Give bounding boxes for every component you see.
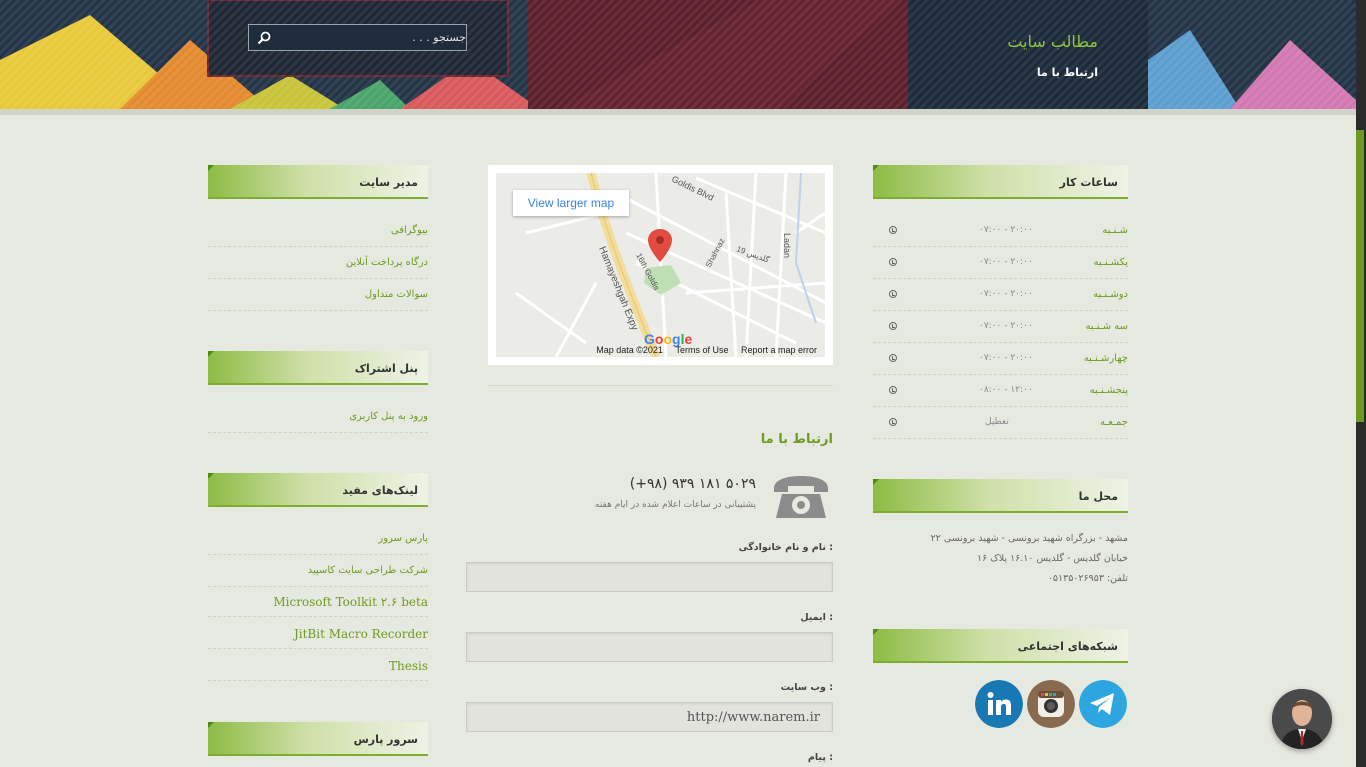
clock-icon bbox=[889, 418, 897, 426]
map-footer: Map data ©2021 Terms of Use Report a map… bbox=[586, 345, 817, 355]
hours-row: چهارشـنـبه ۰۷:۰۰ - ۲۰:۰۰ bbox=[873, 343, 1128, 375]
map-report-link[interactable]: Report a map error bbox=[741, 345, 817, 355]
instagram-icon[interactable] bbox=[1027, 680, 1075, 728]
map-canvas[interactable]: Hamayeshgah Expy Goldis Blvd 16th Goldis… bbox=[496, 173, 825, 357]
location-widget-header: محل ما bbox=[873, 479, 1128, 513]
section-divider bbox=[488, 385, 833, 386]
hours-time: ۰۷:۰۰ - ۲۰:۰۰ bbox=[979, 321, 1033, 331]
widget-title: سرور پارس bbox=[353, 733, 418, 746]
sidebar-link-biography[interactable]: بیوگرافی bbox=[208, 215, 428, 247]
clock-icon bbox=[889, 226, 897, 234]
hours-widget-header: ساعات کار bbox=[873, 165, 1128, 199]
widget-title: شبکه‌های اجتماعی bbox=[1017, 640, 1118, 653]
map-terms-link[interactable]: Terms of Use bbox=[675, 345, 728, 355]
telegram-icon[interactable] bbox=[1079, 680, 1127, 728]
hours-day: دوشـنـبه bbox=[1093, 289, 1128, 300]
search-input[interactable] bbox=[277, 25, 470, 50]
sidebar-link-payment[interactable]: درگاه پرداخت آنلاین bbox=[208, 247, 428, 279]
sidebar-link-pars-server[interactable]: پارس سرور bbox=[208, 523, 428, 555]
hours-row: شـنـبه ۰۷:۰۰ - ۲۰:۰۰ bbox=[873, 215, 1128, 247]
google-map[interactable]: Hamayeshgah Expy Goldis Blvd 16th Goldis… bbox=[488, 165, 833, 365]
clock-icon bbox=[889, 258, 897, 266]
hours-day: چهارشـنـبه bbox=[1083, 353, 1128, 364]
nav-contact-link[interactable]: ارتباط با ما bbox=[1037, 66, 1098, 79]
search-icon[interactable] bbox=[257, 31, 271, 45]
hours-row: جمـعـه تعطیل bbox=[873, 407, 1128, 439]
widget-title: لینک‌های مفید bbox=[342, 484, 418, 497]
social-widget-header: شبکه‌های اجتماعی bbox=[873, 629, 1128, 663]
clock-icon bbox=[889, 322, 897, 330]
site-header: مطالب سایت ارتباط با ما bbox=[0, 0, 1356, 109]
street-label-ladan: Ladan bbox=[782, 233, 792, 258]
site-title-link[interactable]: مطالب سایت bbox=[1007, 32, 1098, 51]
hours-time: ۰۸:۰۰ - ۱۲:۰۰ bbox=[979, 385, 1033, 395]
avatar-image bbox=[1272, 689, 1332, 749]
clock-icon bbox=[889, 290, 897, 298]
sidebar-link-jitbit[interactable]: JitBit Macro Recorder bbox=[208, 617, 428, 649]
header-background bbox=[0, 0, 1356, 109]
website-field-label: وب سایت : bbox=[780, 682, 833, 693]
hours-day: پنجشـنـبه bbox=[1089, 385, 1128, 396]
search-box[interactable] bbox=[248, 24, 470, 51]
email-field-label: ایمیل : bbox=[800, 612, 833, 623]
message-field-label: پیام : bbox=[807, 752, 833, 763]
hours-row: سه شـنـبه ۰۷:۰۰ - ۲۰:۰۰ bbox=[873, 311, 1128, 343]
widget-title: مدیر سایت bbox=[359, 176, 418, 189]
support-avatar[interactable] bbox=[1272, 689, 1332, 749]
sidebar-link-faq[interactable]: سوالات متداول bbox=[208, 279, 428, 311]
useful-links-widget-header: لینک‌های مفید bbox=[208, 473, 428, 507]
scrollbar-thumb[interactable] bbox=[1356, 130, 1364, 422]
hours-day: یکشـنـبه bbox=[1093, 257, 1128, 268]
hours-day: شـنـبه bbox=[1102, 225, 1128, 236]
admin-widget-header: مدیر سایت bbox=[208, 165, 428, 199]
address-line: مشهد - بزرگراه شهید برونسی - شهید برونسی… bbox=[930, 533, 1128, 544]
map-data-text: Map data ©2021 bbox=[596, 345, 663, 355]
pars-server-widget-header: سرور پارس bbox=[208, 722, 428, 756]
contact-title: ارتباط با ما bbox=[760, 432, 833, 447]
sidebar-link-microsoft-toolkit[interactable]: Microsoft Toolkit ۲.۶ beta bbox=[208, 585, 428, 617]
hours-row: یکشـنـبه ۰۷:۰۰ - ۲۰:۰۰ bbox=[873, 247, 1128, 279]
sidebar-link-user-login[interactable]: ورود به پنل کاربری bbox=[208, 401, 428, 433]
hours-time: ۰۷:۰۰ - ۲۰:۰۰ bbox=[979, 225, 1033, 235]
hours-time: ۰۷:۰۰ - ۲۰:۰۰ bbox=[979, 289, 1033, 299]
linkedin-icon[interactable] bbox=[975, 680, 1023, 728]
address-phone: تلفن: ۰۵۱۳۵۰۲۶۹۵۳ bbox=[1047, 573, 1128, 584]
name-field-label: نام و نام خانوادگی : bbox=[738, 542, 833, 553]
hours-day: سه شـنـبه bbox=[1085, 321, 1128, 332]
name-field[interactable] bbox=[466, 562, 833, 592]
clock-icon bbox=[889, 354, 897, 362]
contact-phone: (+۹۸) ۹۳۹ ۱۸۱ ۵۰۲۹ bbox=[629, 476, 756, 492]
email-field[interactable] bbox=[466, 632, 833, 662]
view-larger-map-link[interactable]: View larger map bbox=[513, 190, 629, 216]
subscription-widget-header: پنل اشتراک bbox=[208, 351, 428, 385]
address-line: خیابان گلدیس - گلدیس ۱۶.۱۰ پلاک ۱۶ bbox=[977, 553, 1128, 564]
hours-time: ۰۷:۰۰ - ۲۰:۰۰ bbox=[979, 353, 1033, 363]
clock-icon bbox=[889, 386, 897, 394]
hours-row: پنجشـنـبه ۰۸:۰۰ - ۱۲:۰۰ bbox=[873, 375, 1128, 407]
hours-time: ۰۷:۰۰ - ۲۰:۰۰ bbox=[979, 257, 1033, 267]
header-divider bbox=[0, 109, 1356, 115]
support-hours-text: پشتیبانی در ساعات اعلام شده در ایام هفته bbox=[595, 500, 756, 510]
widget-title: محل ما bbox=[1078, 490, 1118, 503]
sidebar-link-thesis[interactable]: Thesis bbox=[208, 649, 428, 681]
hours-time: تعطیل bbox=[985, 417, 1009, 427]
hours-day: جمـعـه bbox=[1099, 417, 1128, 428]
website-field[interactable] bbox=[466, 702, 833, 732]
widget-title: ساعات کار bbox=[1059, 176, 1118, 189]
widget-title: پنل اشتراک bbox=[354, 362, 418, 375]
telephone-icon bbox=[774, 476, 828, 518]
hours-row: دوشـنـبه ۰۷:۰۰ - ۲۰:۰۰ bbox=[873, 279, 1128, 311]
sidebar-link-kaspid[interactable]: شرکت طراحی سایت کاسپید bbox=[208, 555, 428, 587]
